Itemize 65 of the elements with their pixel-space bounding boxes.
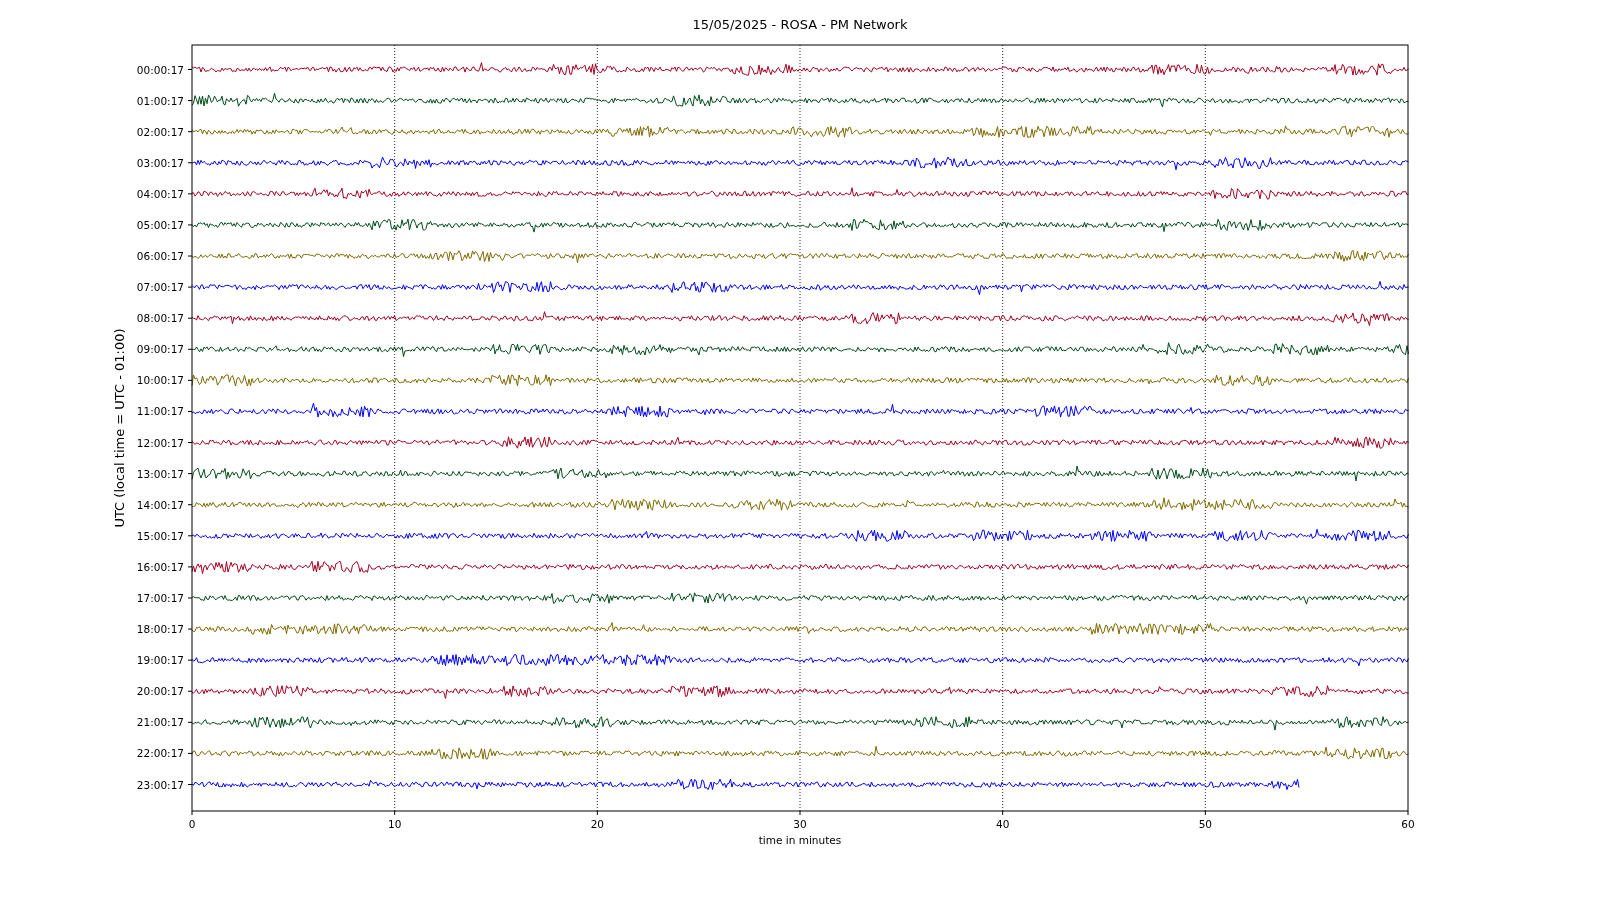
tick-label: 11:00:17 xyxy=(136,405,184,418)
tick-label: 40 xyxy=(996,818,1010,830)
tick-mark xyxy=(187,504,193,506)
tick-mark xyxy=(187,410,193,412)
tick-label: 13:00:17 xyxy=(136,467,184,480)
tick-mark xyxy=(187,628,193,630)
tick-mark xyxy=(187,379,193,381)
tick-mark xyxy=(187,255,193,257)
tick-label: 15:00:17 xyxy=(136,529,184,542)
tick-label: 20:00:17 xyxy=(136,685,184,698)
tick-mark xyxy=(187,535,193,537)
tick-label: 06:00:17 xyxy=(136,250,184,262)
tick-mark xyxy=(394,810,396,816)
tick-mark xyxy=(187,224,193,226)
tick-mark xyxy=(187,659,193,661)
tick-label: 14:00:17 xyxy=(136,498,184,511)
tick-label: 0 xyxy=(188,818,196,830)
tick-label: 02:00:17 xyxy=(136,125,184,138)
tick-label: 08:00:17 xyxy=(136,312,184,325)
tick-mark xyxy=(1407,810,1409,816)
tick-mark xyxy=(187,690,193,692)
tick-label: 50 xyxy=(1198,818,1212,830)
tick-mark xyxy=(187,162,193,164)
axis-label: UTC (local time = UTC - 01:00) xyxy=(112,328,127,528)
tick-label: 03:00:17 xyxy=(136,156,184,169)
tick-mark xyxy=(187,131,193,133)
tick-mark xyxy=(187,286,193,288)
tick-mark xyxy=(187,100,193,102)
tick-label: 05:00:17 xyxy=(136,218,184,231)
tick-mark xyxy=(799,810,801,816)
tick-label: 10 xyxy=(388,818,402,830)
axis-label: time in minutes xyxy=(758,834,842,846)
tick-mark xyxy=(187,597,193,599)
tick-label: 60 xyxy=(1401,818,1415,830)
tick-mark xyxy=(1204,810,1206,816)
tick-label: 22:00:17 xyxy=(136,747,184,760)
tick-mark xyxy=(191,810,193,816)
tick-label: 21:00:17 xyxy=(136,716,184,729)
tick-mark xyxy=(187,442,193,444)
tick-mark xyxy=(187,348,193,350)
tick-mark xyxy=(187,721,193,723)
tick-label: 09:00:17 xyxy=(136,343,184,356)
tick-mark xyxy=(1002,810,1004,816)
tick-mark xyxy=(187,473,193,475)
tick-label: 01:00:17 xyxy=(136,94,184,107)
tick-label: 12:00:17 xyxy=(136,436,184,449)
tick-label: 16:00:17 xyxy=(136,560,184,573)
tick-mark xyxy=(187,317,193,319)
tick-label: 23:00:17 xyxy=(136,778,184,791)
tick-mark xyxy=(187,752,193,754)
tick-label: 20 xyxy=(590,818,604,830)
tick-mark xyxy=(187,566,193,568)
tick-label: 07:00:17 xyxy=(136,281,184,294)
tick-label: 04:00:17 xyxy=(136,187,184,200)
tick-label: 00:00:17 xyxy=(136,63,184,76)
tick-label: 17:00:17 xyxy=(136,592,184,604)
chart-title: 15/05/2025 - ROSA - PM Network xyxy=(692,17,908,32)
tick-mark xyxy=(596,810,598,816)
tick-label: 10:00:17 xyxy=(136,374,184,387)
tick-mark xyxy=(187,784,193,785)
tick-mark xyxy=(187,193,193,195)
tick-label: 19:00:17 xyxy=(136,654,184,667)
tick-label: 30 xyxy=(793,818,807,830)
tick-mark xyxy=(187,69,193,70)
tick-label: 18:00:17 xyxy=(136,623,184,636)
